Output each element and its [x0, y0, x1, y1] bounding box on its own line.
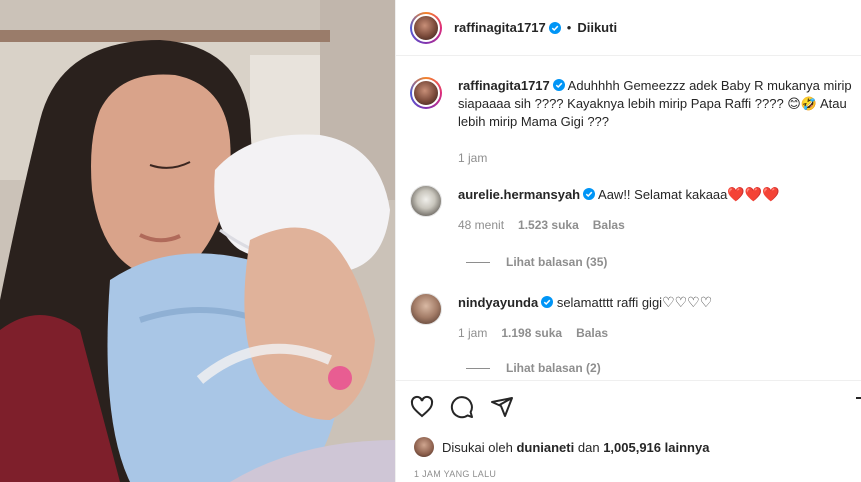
caption-time[interactable]: 1 jam	[458, 149, 487, 167]
post-actions: Disukai oleh dunianeti dan 1,005,916 lai…	[396, 380, 861, 482]
action-icons	[410, 395, 514, 419]
commenter-avatar[interactable]	[410, 185, 442, 217]
caption-avatar[interactable]	[410, 77, 442, 109]
likes-middle: dan	[577, 439, 600, 455]
reply-button[interactable]: Balas	[593, 216, 625, 234]
view-replies-button[interactable]: Lihat balasan (2)	[466, 361, 601, 375]
comment-time[interactable]: 48 menit	[458, 216, 504, 234]
replies-divider	[466, 261, 490, 263]
heart-icon[interactable]	[410, 395, 434, 419]
comment-text: selamatttt raffi gigi	[556, 295, 663, 310]
commenter-avatar[interactable]	[410, 293, 442, 325]
comment-body: aurelie.hermansyah Aaw!! Selamat kakaaa❤…	[458, 185, 858, 234]
comment-icon[interactable]	[450, 395, 474, 419]
view-replies-label: Lihat balasan (35)	[506, 255, 608, 269]
header-separator: •	[566, 20, 572, 35]
likes-count[interactable]: 1,005,916 lainnya	[603, 440, 709, 455]
caption-item: raffinagita1717 Aduhhhh Gemeezzz adek Ba…	[410, 77, 858, 167]
comment-item: aurelie.hermansyah Aaw!! Selamat kakaaa❤…	[410, 185, 858, 234]
comment-text: Aaw!! Selamat kakaaa	[598, 187, 728, 202]
comment-body: nindyayunda selamatttt raffi gigi♡♡♡♡ 1 …	[458, 293, 858, 342]
author-username[interactable]: raffinagita1717	[454, 20, 546, 35]
post-timestamp[interactable]: 1 JAM YANG LALU	[414, 469, 496, 479]
comment-likes[interactable]: 1.523 suka	[518, 216, 579, 234]
post-header: raffinagita1717 • Diikuti	[396, 0, 861, 56]
share-icon[interactable]	[490, 395, 514, 419]
comment-time[interactable]: 1 jam	[458, 324, 487, 342]
comment-item: nindyayunda selamatttt raffi gigi♡♡♡♡ 1 …	[410, 293, 858, 342]
comment-meta: 1 jam 1.198 suka Balas	[458, 324, 858, 342]
liker-username[interactable]: dunianeti	[516, 440, 574, 455]
verified-badge-icon	[552, 79, 565, 91]
heart-emoji-icons: ♡♡♡♡	[662, 294, 713, 310]
view-replies-button[interactable]: Lihat balasan (35)	[466, 255, 607, 269]
commenter-username[interactable]: aurelie.hermansyah	[458, 187, 580, 202]
liker-avatar[interactable]	[414, 437, 434, 457]
author-avatar[interactable]	[410, 11, 442, 44]
caption-body: raffinagita1717 Aduhhhh Gemeezzz adek Ba…	[458, 77, 858, 167]
likes-summary[interactable]: Disukai oleh dunianeti dan 1,005,916 lai…	[414, 437, 709, 457]
verified-badge-icon	[541, 296, 554, 308]
comment-likes[interactable]: 1.198 suka	[501, 324, 562, 342]
heart-emoji-icons: ❤️❤️❤️	[727, 186, 780, 202]
comments-list[interactable]: raffinagita1717 Aduhhhh Gemeezzz adek Ba…	[396, 57, 861, 379]
caption-meta: 1 jam	[458, 149, 858, 167]
commenter-username[interactable]: nindyayunda	[458, 295, 538, 310]
save-icon[interactable]	[854, 395, 861, 419]
verified-badge-icon	[583, 188, 596, 200]
reply-button[interactable]: Balas	[576, 324, 608, 342]
likes-prefix: Disukai oleh	[442, 439, 513, 455]
view-replies-label: Lihat balasan (2)	[506, 361, 601, 375]
caption-username[interactable]: raffinagita1717	[458, 78, 550, 93]
post-photo[interactable]	[0, 0, 395, 482]
verified-badge-icon	[548, 21, 561, 34]
post-detail-panel: raffinagita1717 • Diikuti raffinagita171…	[395, 0, 861, 482]
follow-status-button[interactable]: Diikuti	[577, 20, 617, 35]
post-photo-art	[0, 0, 395, 482]
comment-meta: 48 menit 1.523 suka Balas	[458, 216, 858, 234]
replies-divider	[466, 367, 490, 369]
